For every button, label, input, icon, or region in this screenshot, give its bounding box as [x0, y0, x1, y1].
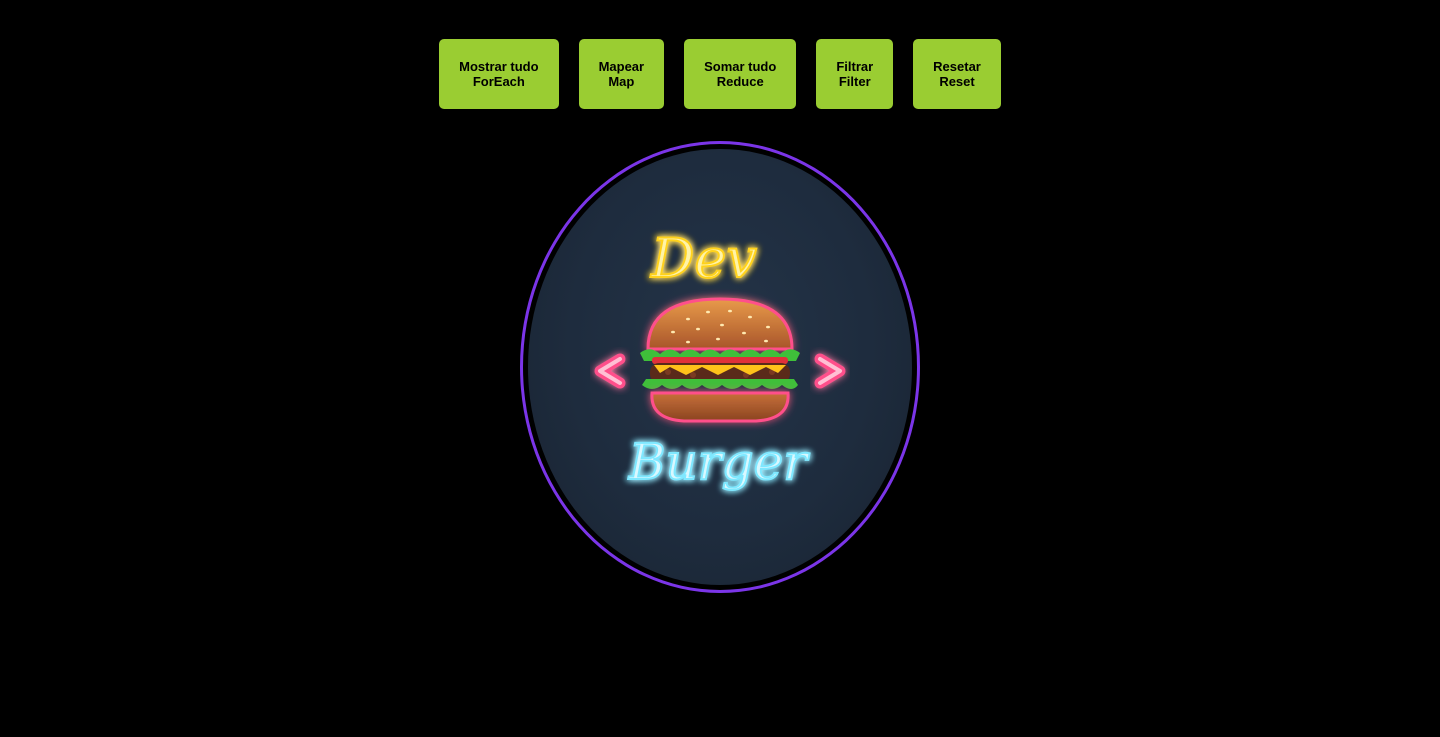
button-label-line1: Mostrar tudo [459, 59, 539, 74]
right-bracket-icon [814, 353, 846, 389]
burger-icon [640, 297, 800, 423]
button-label-line1: Somar tudo [704, 59, 777, 74]
dev-burger-logo: Dev Burger [520, 141, 920, 593]
show-all-foreach-button[interactable]: Mostrar tudo ForEach [439, 39, 559, 109]
reset-button[interactable]: Resetar Reset [913, 39, 1001, 109]
button-label-line1: Mapear [598, 59, 645, 74]
logo-word-burger: Burger [628, 433, 810, 491]
filter-button[interactable]: Filtrar Filter [816, 39, 894, 109]
logo-background: Dev Burger [528, 149, 912, 585]
button-label-line2: Reduce [716, 74, 764, 89]
logo-word-dev: Dev [650, 227, 757, 290]
logo-artwork: Dev Burger [594, 226, 846, 492]
button-label-line2: Map [608, 74, 635, 89]
button-label-line2: Reset [939, 74, 975, 89]
button-label-line1: Resetar [933, 59, 981, 74]
button-toolbar: Mostrar tudo ForEach Mapear Map Somar tu… [0, 39, 1440, 109]
button-label-line2: ForEach [472, 74, 525, 89]
reduce-sum-button[interactable]: Somar tudo Reduce [684, 39, 797, 109]
button-label-line1: Filtrar [836, 59, 874, 74]
left-bracket-icon [594, 353, 626, 389]
map-button[interactable]: Mapear Map [578, 39, 665, 109]
button-label-line2: Filter [838, 74, 871, 89]
